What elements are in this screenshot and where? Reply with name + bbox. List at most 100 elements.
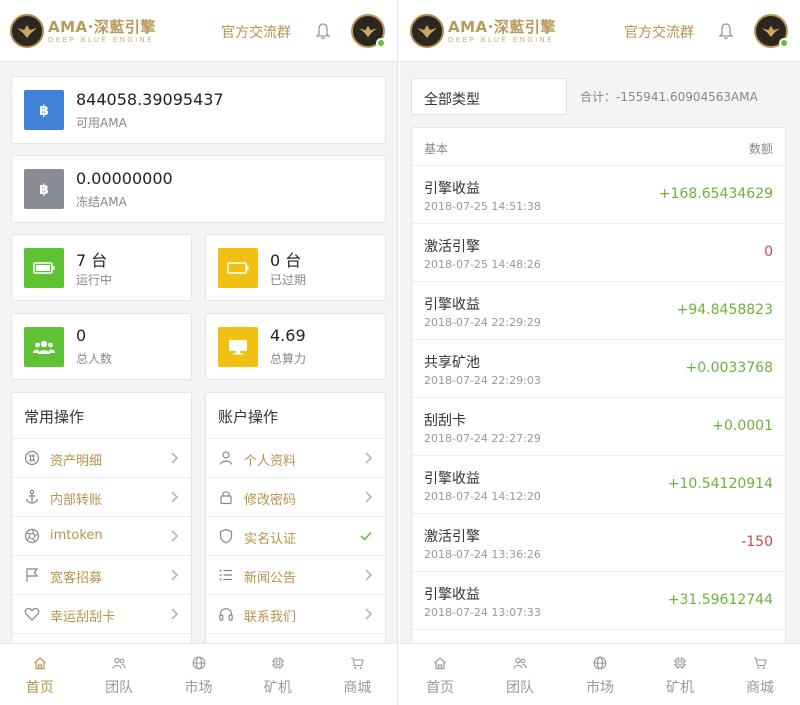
home-icon — [33, 657, 46, 670]
bell-icon[interactable] — [718, 22, 734, 40]
record-type: 刮刮卡 — [424, 413, 466, 429]
record-type: 激活引擎 — [424, 529, 480, 545]
menu-item-label: 幸运刮刮卡 — [50, 610, 116, 625]
menu-item-label: 实名认证 — [244, 532, 297, 547]
expired-machines-card[interactable]: 0 台 已过期 — [205, 234, 386, 301]
chevron-right-icon — [365, 608, 372, 620]
chevron-right-icon — [365, 569, 372, 581]
monitor-icon — [218, 327, 258, 367]
menu-item-internal-transfer[interactable]: 内部转账 — [12, 477, 191, 516]
tab-label: 矿机 — [263, 680, 292, 696]
bitcoin-icon: ฿ — [24, 169, 64, 209]
chevron-right-icon — [171, 452, 178, 464]
menu-item-label: 个人资料 — [244, 454, 297, 469]
hashrate-label: 总算力 — [270, 352, 307, 366]
tab-label: 商城 — [343, 680, 372, 696]
table-row[interactable]: 刮刮卡 2018-07-24 22:27:29 +0.0001 — [412, 398, 785, 456]
table-row[interactable]: 引擎收益 2018-07-24 14:12:20 +10.54120914 — [412, 456, 785, 514]
tab-label: 首页 — [25, 680, 54, 696]
globe-icon — [593, 656, 607, 670]
record-type: 激活引擎 — [424, 239, 480, 255]
type-filter-select[interactable]: 全部类型 — [411, 78, 567, 115]
tab-label: 团队 — [506, 680, 534, 696]
menu-item-real-name-verify[interactable]: 实名认证 — [206, 516, 385, 555]
table-row[interactable]: 激活引擎 2018-07-25 14:48:26 0 — [412, 224, 785, 282]
menu-item-imtoken[interactable]: imtoken — [12, 516, 191, 555]
record-type: 引擎收益 — [424, 471, 480, 487]
asset-icon — [24, 450, 40, 466]
brand-title: AMA·深藍引擎 — [448, 18, 556, 36]
chevron-right-icon — [171, 608, 178, 620]
table-row[interactable]: 引擎收益 2018-07-24 13:07:33 +31.59612744 — [412, 572, 785, 630]
table-row[interactable]: 共享矿池 2018-07-24 22:29:03 +0.0033768 — [412, 340, 785, 398]
chip-icon — [271, 657, 284, 669]
tab-home[interactable]: 首页 — [0, 644, 79, 705]
shield-icon — [219, 528, 233, 544]
menu-item-asset-details[interactable]: 资产明细 — [12, 438, 191, 477]
record-datetime: 2018-07-24 22:29:03 — [424, 374, 541, 387]
record-datetime: 2018-07-25 14:51:38 — [424, 200, 541, 213]
menu-item-label: 联系我们 — [244, 610, 297, 625]
record-datetime: 2018-07-24 13:07:33 — [424, 606, 541, 619]
chevron-right-icon — [365, 452, 372, 464]
tab-shop[interactable]: 商城 — [318, 644, 397, 705]
user-icon — [219, 451, 233, 465]
menu-item-change-password[interactable]: 修改密码 — [206, 477, 385, 516]
menu-item-quant-recruit[interactable]: 宽客招募 — [12, 555, 191, 594]
battery-empty-icon — [218, 248, 258, 288]
records-table: 基本 数额 引擎收益 2018-07-25 14:51:38 +168.654346… — [411, 127, 786, 705]
cart-icon — [754, 657, 767, 669]
record-amount: +31.59612744 — [667, 592, 773, 608]
tab-team[interactable]: 团队 — [480, 644, 560, 705]
eagle-logo-icon[interactable] — [410, 14, 444, 48]
menu-item-label: 内部转账 — [50, 493, 103, 508]
records-panel: AMA·深藍引擎 DEEP BLUE ENGINE 官方交流群 全部类型 合计：… — [400, 0, 800, 705]
available-balance-value: 844058.39095437 — [76, 90, 224, 109]
available-balance-card[interactable]: ฿ 844058.39095437 可用AMA — [11, 76, 386, 144]
total-hashrate-card[interactable]: 4.69 总算力 — [205, 313, 386, 380]
record-datetime: 2018-07-24 14:12:20 — [424, 490, 541, 503]
record-amount: +10.54120914 — [667, 476, 773, 492]
record-amount: +0.0033768 — [685, 360, 773, 376]
bottom-tab-bar: 首页 团队 市场 矿机 商城 — [0, 643, 397, 705]
record-datetime: 2018-07-25 14:48:26 — [424, 258, 541, 271]
record-datetime: 2018-07-24 13:36:26 — [424, 548, 541, 561]
total-people-card[interactable]: 0 总人数 — [11, 313, 192, 380]
eagle-logo-icon[interactable] — [10, 14, 44, 48]
account-operations-card: 账户操作 个人资料 修改密码 实名认证 新闻公告 联系我们 — [205, 392, 386, 652]
list-icon — [219, 569, 232, 581]
frozen-balance-card[interactable]: ฿ 0.00000000 冻结AMA — [11, 155, 386, 223]
tab-miner[interactable]: 矿机 — [238, 644, 317, 705]
chip-icon — [674, 657, 686, 669]
lock-icon — [220, 491, 232, 505]
tab-label: 团队 — [105, 680, 134, 696]
record-amount: +94.8458823 — [676, 302, 773, 318]
bell-icon[interactable] — [315, 22, 331, 40]
menu-item-contact-us[interactable]: 联系我们 — [206, 594, 385, 633]
running-machines-card[interactable]: 7 台 运行中 — [11, 234, 192, 301]
official-group-link[interactable]: 官方交流群 — [221, 22, 291, 42]
table-row[interactable]: 引擎收益 2018-07-25 14:51:38 +168.65434629 — [412, 166, 785, 224]
table-row[interactable]: 引擎收益 2018-07-24 22:29:29 +94.8458823 — [412, 282, 785, 340]
menu-item-profile[interactable]: 个人资料 — [206, 438, 385, 477]
tab-market[interactable]: 市场 — [159, 644, 238, 705]
common-operations-card: 常用操作 资产明细 内部转账 imtoken 宽客招募 幸运刮刮卡 — [11, 392, 192, 652]
tab-label: 商城 — [746, 680, 774, 696]
tab-miner[interactable]: 矿机 — [640, 644, 720, 705]
tab-home[interactable]: 首页 — [400, 644, 480, 705]
column-basic: 基本 — [424, 142, 449, 156]
chevron-right-icon — [171, 530, 178, 542]
table-row[interactable]: 激活引擎 2018-07-24 13:36:26 -150 — [412, 514, 785, 572]
tab-market[interactable]: 市场 — [560, 644, 640, 705]
cart-icon — [351, 657, 365, 669]
official-group-link[interactable]: 官方交流群 — [624, 22, 694, 42]
globe-icon — [192, 656, 205, 670]
column-amount: 数额 — [748, 142, 773, 156]
menu-item-scratch-card[interactable]: 幸运刮刮卡 — [12, 594, 191, 633]
menu-item-label: 资产明细 — [50, 454, 103, 469]
chevron-right-icon — [171, 569, 178, 581]
menu-item-news[interactable]: 新闻公告 — [206, 555, 385, 594]
tab-shop[interactable]: 商城 — [720, 644, 800, 705]
tab-team[interactable]: 团队 — [79, 644, 158, 705]
brand: AMA·深藍引擎 DEEP BLUE ENGINE — [48, 16, 156, 44]
